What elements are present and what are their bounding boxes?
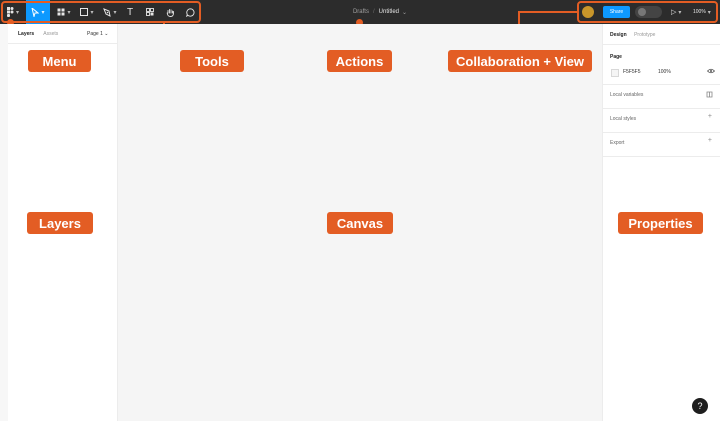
add-style-button[interactable]: + [708,113,712,120]
page-opacity-value[interactable]: 100% [658,69,671,75]
file-name[interactable]: Untitled [379,9,399,15]
local-styles-label: Local styles [610,116,637,122]
left-edge-strip [0,24,8,421]
divider [603,44,720,45]
divider [603,132,720,133]
actions-annotation: Actions [327,50,392,72]
eye-icon[interactable] [707,68,715,74]
divider [603,156,720,157]
page-color-swatch[interactable] [611,69,619,77]
breadcrumb-separator: / [372,9,375,15]
chevron-down-icon: ⌄ [402,9,408,16]
collab-view-annotation: Collaboration + View [448,50,592,72]
tab-design[interactable]: Design [610,32,627,38]
right-panel-tabs: Design Prototype [610,32,655,38]
variables-icon[interactable] [706,91,713,98]
collab-connector-line [518,11,578,13]
page-section-title: Page [610,54,622,60]
divider [603,84,720,85]
file-location[interactable]: Drafts [353,9,369,15]
export-label: Export [610,140,625,146]
tab-prototype[interactable]: Prototype [634,32,655,38]
page-selector[interactable]: Page 1 ⌄ [87,31,108,37]
collab-view-highlight [577,1,718,23]
tools-highlight [1,1,201,23]
canvas-annotation: Canvas [327,212,393,234]
menu-annotation: Menu [28,50,91,72]
file-title[interactable]: Drafts / Untitled ⌄ [320,0,440,24]
divider [603,108,720,109]
add-export-button[interactable]: + [708,137,712,144]
tools-annotation: Tools [180,50,244,72]
layers-annotation: Layers [27,212,93,234]
divider [8,43,118,44]
page-color-value[interactable]: F5F5F5 [623,69,641,75]
properties-annotation: Properties [618,212,703,234]
tab-assets[interactable]: Assets [43,31,58,37]
local-variables-label: Local variables [610,92,644,98]
help-button[interactable]: ? [692,398,708,414]
help-icon: ? [697,401,703,411]
left-panel-tabs: Layers Assets [18,31,58,37]
tab-layers[interactable]: Layers [18,31,34,37]
